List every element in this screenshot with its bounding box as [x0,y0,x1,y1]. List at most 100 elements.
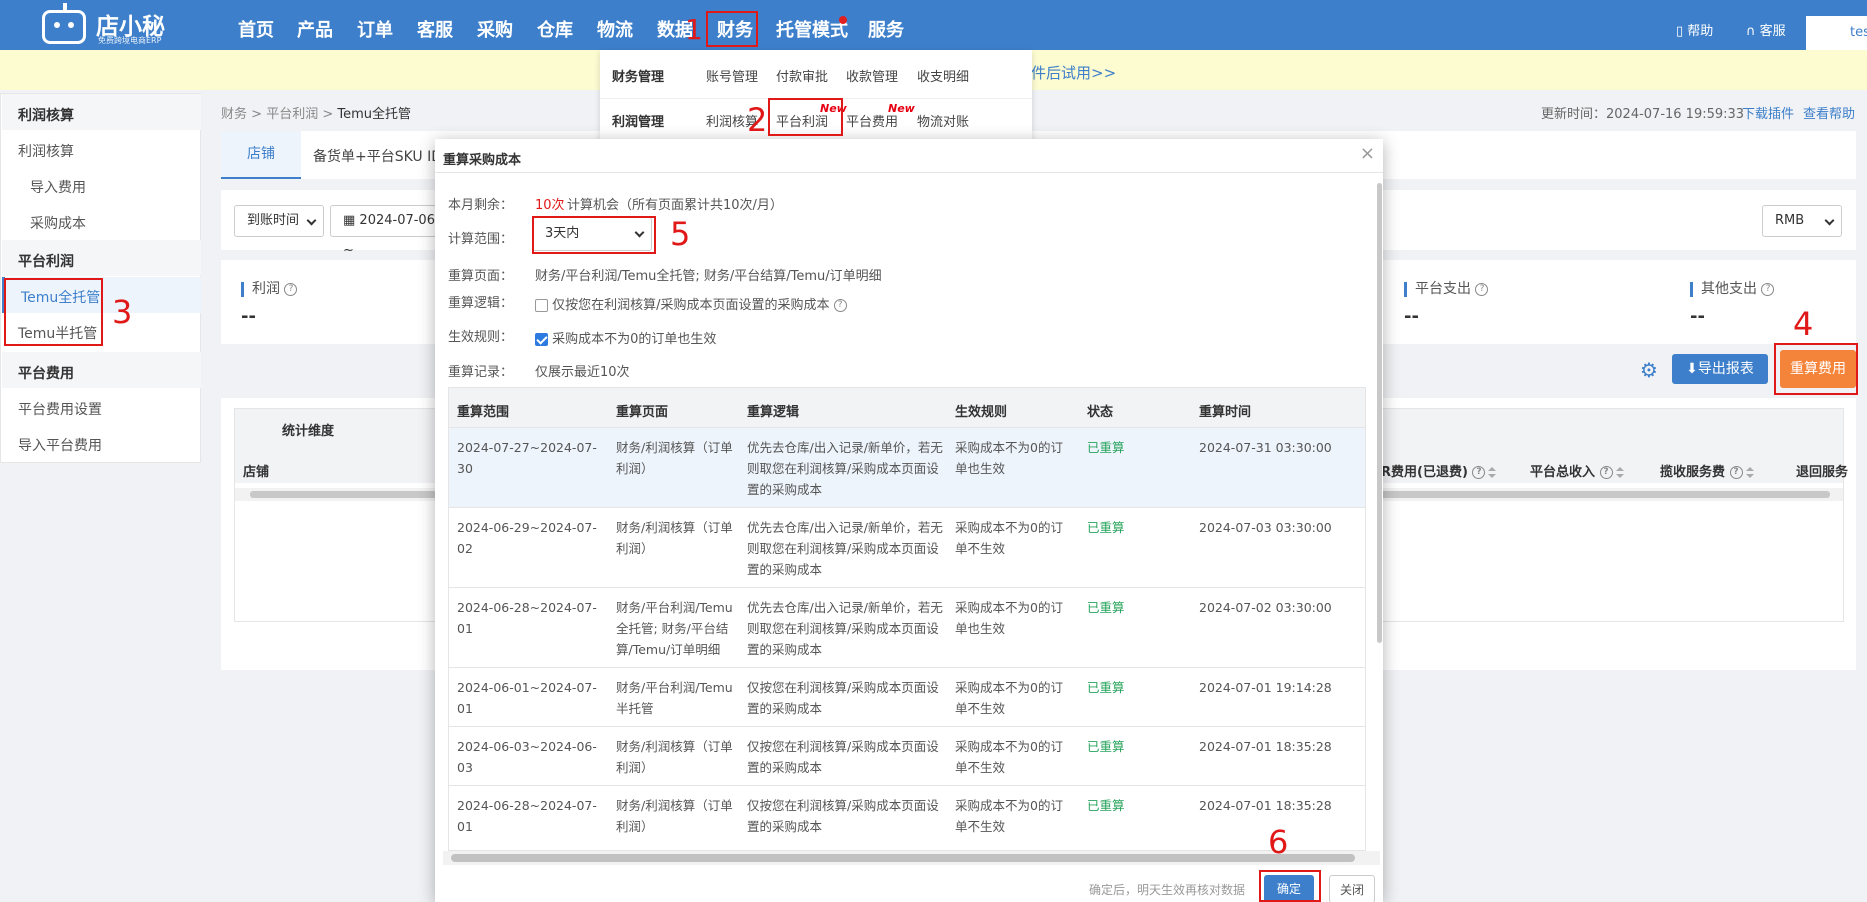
update-time: 更新时间：2024-07-16 19:59:33 [1541,107,1745,122]
rule-option-text: 采购成本不为0的订单也生效 [552,332,717,347]
nav-logistics[interactable]: 物流 [597,0,633,50]
cell-status: 已重算 [1087,798,1125,813]
rule-option[interactable]: 采购成本不为0的订单也生效 [535,328,716,347]
table-row: 2024-07-27~2024-07-30 财务/利润核算（订单利润） 优先去仓… [449,428,1365,508]
breadcrumb-platform-profit[interactable]: 平台利润 [266,107,318,122]
nav-orders[interactable]: 订单 [357,0,393,50]
help-icon[interactable]: ? [1472,466,1486,479]
dropdown-income-expense[interactable]: 收支明细 [917,66,969,85]
dropdown-logistics-recon[interactable]: 物流对账 [917,111,969,130]
annotation-box-6 [1259,870,1321,902]
annotation-number-2: 2 [747,101,768,139]
cell-range: 2024-06-28~2024-07-01 [457,600,597,636]
table-col-header[interactable]: R费用(已退费) ? [1381,461,1497,480]
cell-time: 2024-07-03 03:30:00 [1199,520,1332,535]
stat-other-out-label: 其他支出 ? [1690,282,1775,297]
nav-home[interactable]: 首页 [238,0,274,50]
tab-other[interactable]: 备货单+平台SKU ID [313,146,442,166]
nav-products[interactable]: 产品 [297,0,333,50]
rule-label: 生效规则： [448,330,514,345]
sidebar-item-fee-settings[interactable]: 平台费用设置 [2,389,201,425]
stat-platform-out-label: 平台支出 ? [1404,281,1489,297]
record-label: 重算记录： [448,365,514,380]
logic-checkbox[interactable] [535,299,548,312]
username: test [1850,25,1867,40]
headset-icon: ∩ [1746,24,1760,39]
scrollbar-thumb[interactable] [451,854,1355,862]
sidebar-item-import-fees[interactable]: 导入费用 [2,167,201,203]
user-menu[interactable]: test [1806,16,1867,50]
help-link[interactable]: ▯ 帮助 [1676,0,1713,50]
table-col-header[interactable]: 揽收服务费 ? [1660,461,1754,480]
annotation-number-3: 3 [112,293,133,331]
dropdown-account-mgmt[interactable]: 账号管理 [706,66,758,85]
breadcrumb-finance[interactable]: 财务 [221,107,247,122]
sort-icon[interactable] [1488,466,1497,479]
cell-time: 2024-07-01 18:35:28 [1199,798,1332,813]
export-label: 导出报表 [1697,361,1754,377]
scrollbar-thumb[interactable] [1377,183,1382,643]
nav-hosting-mode[interactable]: 托管模式 [776,0,848,50]
range-label: 计算范围： [448,232,514,247]
col-rule: 生效规则 [955,405,1008,420]
col-time: 重算时间 [1199,405,1252,420]
modal-vscrollbar[interactable] [1376,173,1383,773]
export-report-button[interactable]: ⬇导出报表 [1672,354,1768,384]
help-icon[interactable]: ? [1475,282,1489,296]
nav-warehouse[interactable]: 仓库 [537,0,573,50]
record-value: 仅展示最近10次 [535,365,630,380]
stat-platform-out-text: 平台支出 [1415,281,1471,297]
help-icon[interactable]: ? [1599,466,1613,479]
stat-other-out-value: -- [1690,306,1705,327]
sidebar-item-import-platform-fees[interactable]: 导入平台费用 [2,425,201,461]
rule-checkbox[interactable] [535,333,548,346]
close-button[interactable]: 关闭 [1329,875,1375,902]
col-label: R费用(已退费) [1381,465,1468,480]
annotation-number-4: 4 [1793,305,1814,343]
help-icon[interactable]: ? [1729,466,1743,479]
sidebar-item-purchase-cost[interactable]: 采购成本 [2,203,201,239]
date-range-input[interactable]: ▦ 2024-07-06 ~ [330,205,440,258]
table-col-header[interactable]: 退回服务 [1796,461,1848,480]
sort-icon[interactable] [1615,466,1624,479]
new-badge: New [888,102,915,115]
close-icon[interactable]: × [1360,143,1375,164]
nav-services[interactable]: 服务 [868,0,904,50]
logic-label: 重算逻辑： [448,296,514,311]
brand-logo[interactable]: 店小秘 免费跨境电商ERP [42,3,172,46]
logic-option[interactable]: 仅按您在利润核算/采购成本页面设置的采购成本 ? [535,294,847,313]
download-plugin-link[interactable]: 下载插件 [1742,103,1794,122]
annotation-box-2 [768,98,843,136]
notice-link[interactable]: 件后试用>> [1031,62,1116,83]
service-link[interactable]: ∩ 客服 [1746,0,1786,50]
view-help-link[interactable]: 查看帮助 [1803,103,1855,122]
nav-customer-service[interactable]: 客服 [417,0,453,50]
breadcrumb-sep: > [322,107,334,122]
col-page: 重算页面 [616,405,669,420]
tab-shop[interactable]: 店铺 [221,131,301,179]
stat-profit-value: -- [241,306,256,327]
dropdown-payment-approval[interactable]: 付款审批 [776,66,828,85]
help-icon[interactable]: ? [284,282,298,296]
help-icon[interactable]: ? [1761,282,1775,296]
currency-value: RMB [1775,213,1805,228]
cell-rule: 采购成本不为0的订单不生效 [955,680,1063,716]
table-col-header[interactable]: 平台总收入 ? [1530,461,1624,480]
time-type-select[interactable]: 到账时间 [234,205,324,237]
annotation-number-6: 6 [1268,823,1289,861]
sort-icon[interactable] [1745,466,1754,479]
record-table-header: 重算范围 重算页面 重算逻辑 生效规则 状态 重算时间 [449,388,1365,428]
service-label: 客服 [1759,24,1786,39]
help-icon[interactable]: ? [833,299,847,312]
nav-purchase[interactable]: 采购 [477,0,513,50]
dropdown-collection-mgmt[interactable]: 收款管理 [846,66,898,85]
currency-select[interactable]: RMB [1762,205,1842,237]
table-dim-header: 统计维度 [282,424,335,439]
cell-logic: 优先去仓库/出入记录/新单价，若无则取您在利润核算/采购成本页面设置的采购成本 [747,600,943,657]
sidebar-item-profit-calc[interactable]: 利润核算 [2,131,201,167]
breadcrumb-sep: > [251,107,263,122]
gear-icon[interactable]: ⚙ [1640,358,1658,382]
calendar-icon: ▦ [343,213,360,228]
book-icon: ▯ [1676,24,1688,39]
record-table-hscrollbar[interactable] [443,851,1380,865]
